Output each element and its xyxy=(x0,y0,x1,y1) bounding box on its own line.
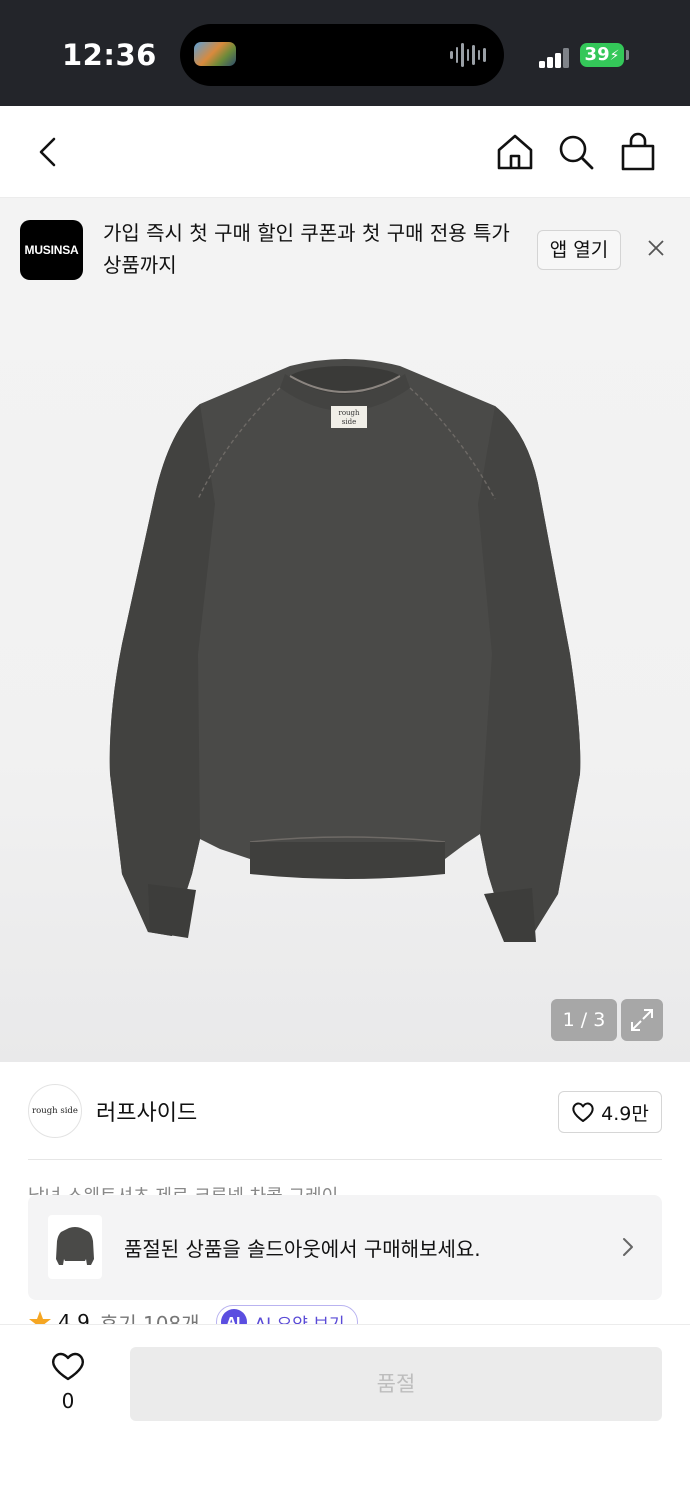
search-icon xyxy=(559,135,594,170)
home-icon xyxy=(497,134,533,170)
brand-logo[interactable]: rough side xyxy=(28,1084,82,1138)
product-image-gallery[interactable]: rough side 1 / 3 xyxy=(0,302,690,1062)
image-counter: 1 / 3 xyxy=(551,999,617,1041)
garment-tag-text-1: rough xyxy=(338,409,360,417)
status-time: 12:36 xyxy=(62,38,157,72)
chevron-right-icon xyxy=(623,1238,633,1256)
home-button[interactable] xyxy=(489,126,541,178)
ai-summary-label: AI 요약 보기 xyxy=(255,1310,345,1325)
expand-icon xyxy=(631,1009,653,1031)
rating-row: 4.9 후기 108개 AI AI 요약 보기 xyxy=(28,1303,668,1324)
promo-message: 가입 즉시 첫 구매 할인 쿠폰과 첫 구매 전용 특가 상품까지 xyxy=(103,221,510,277)
chevron-left-icon xyxy=(39,137,56,167)
bottom-action-bar: 0 품절 xyxy=(0,1324,690,1500)
star-icon xyxy=(29,1311,51,1324)
brand-like-button[interactable]: 4.9만 xyxy=(558,1091,662,1133)
battery-cap xyxy=(626,50,629,60)
divider xyxy=(28,1159,662,1160)
now-playing-thumbnail xyxy=(194,42,236,66)
close-icon xyxy=(648,240,664,256)
audio-wave-icon xyxy=(450,41,487,69)
search-button[interactable] xyxy=(550,126,602,178)
fullscreen-button[interactable] xyxy=(621,999,663,1041)
cart-button[interactable] xyxy=(612,126,664,178)
top-navigation xyxy=(0,106,690,198)
close-banner-button[interactable] xyxy=(640,232,672,264)
wishlist-button[interactable]: 0 xyxy=(40,1347,96,1417)
brand-row: rough side 러프사이드 4.9만 xyxy=(0,1062,690,1160)
brand-name[interactable]: 러프사이드 xyxy=(96,1095,197,1127)
musinsa-logo: MUSINSA xyxy=(20,220,83,280)
soldout-market-card[interactable]: 품절된 상품을 솔드아웃에서 구매해보세요. xyxy=(28,1195,662,1300)
back-button[interactable] xyxy=(22,126,74,178)
garment-tag-text-2: side xyxy=(342,418,356,426)
product-image-sweatshirt: rough side xyxy=(109,359,581,942)
ai-summary-button[interactable]: AI AI 요약 보기 xyxy=(215,1305,358,1325)
wishlist-count: 0 xyxy=(61,1389,75,1413)
battery-level: 39 xyxy=(584,44,610,65)
status-bar: 12:36 39⚡ xyxy=(0,0,690,106)
heart-icon xyxy=(572,1102,594,1122)
open-app-button[interactable]: 앱 열기 xyxy=(537,230,621,270)
soldout-message: 품절된 상품을 솔드아웃에서 구매해보세요. xyxy=(124,1237,481,1261)
purchase-button-disabled[interactable]: 품절 xyxy=(130,1347,662,1421)
ai-badge: AI xyxy=(220,1309,247,1324)
battery-icon: 39⚡ xyxy=(580,43,624,67)
shopping-bag-icon xyxy=(621,132,655,171)
rating-score: 4.9 xyxy=(58,1310,90,1324)
sweatshirt-thumbnail-icon xyxy=(56,1227,94,1265)
cellular-signal-icon xyxy=(539,48,571,68)
soldout-product-thumbnail xyxy=(48,1215,102,1279)
heart-icon xyxy=(51,1352,85,1381)
review-count-link[interactable]: 후기 108개 xyxy=(100,1308,200,1325)
app-promo-banner: MUSINSA 가입 즉시 첫 구매 할인 쿠폰과 첫 구매 전용 특가 상품까… xyxy=(0,198,690,302)
brand-like-count: 4.9만 xyxy=(601,1102,649,1125)
dynamic-island[interactable] xyxy=(180,24,504,86)
